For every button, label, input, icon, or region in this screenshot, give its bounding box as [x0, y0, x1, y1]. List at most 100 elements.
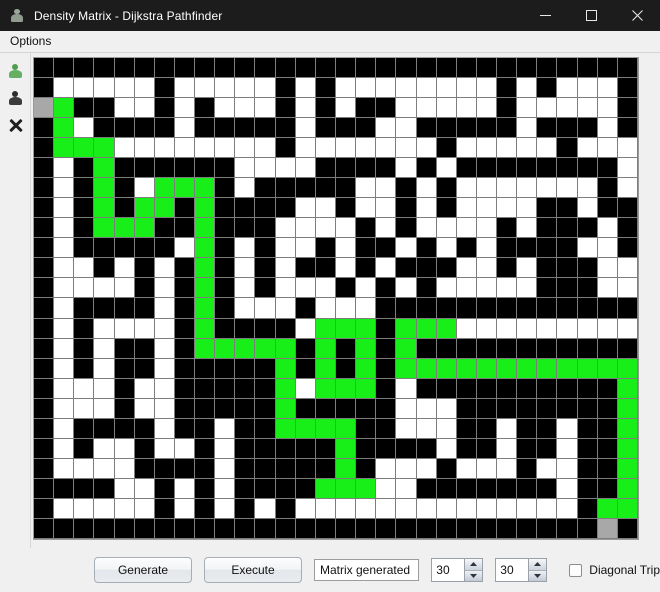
matrix-cell[interactable] — [275, 498, 296, 519]
matrix-cell[interactable] — [476, 218, 498, 239]
matrix-cell[interactable] — [356, 198, 377, 219]
matrix-cell[interactable] — [577, 458, 598, 479]
matrix-cell[interactable] — [577, 418, 598, 439]
matrix-cell[interactable] — [34, 378, 55, 399]
matrix-cell[interactable] — [335, 498, 357, 519]
matrix-cell[interactable] — [537, 318, 558, 339]
matrix-cell[interactable] — [376, 78, 397, 99]
matrix-cell[interactable] — [376, 258, 397, 279]
matrix-cell[interactable] — [335, 258, 357, 279]
matrix-cell[interactable] — [577, 378, 598, 399]
matrix-cell[interactable] — [617, 438, 638, 459]
matrix-cell[interactable] — [154, 318, 175, 339]
matrix-cell[interactable] — [396, 478, 417, 499]
matrix-cell[interactable] — [356, 458, 377, 479]
matrix-cell[interactable] — [315, 298, 336, 319]
matrix-cell[interactable] — [436, 458, 457, 479]
matrix-cell[interactable] — [174, 218, 196, 239]
matrix-cell[interactable] — [537, 98, 558, 119]
matrix-cell[interactable] — [114, 58, 135, 79]
matrix-cell[interactable] — [295, 318, 316, 339]
matrix-cell[interactable] — [517, 398, 538, 419]
matrix-cell[interactable] — [255, 498, 276, 519]
matrix-cell[interactable] — [275, 158, 296, 179]
matrix-cell[interactable] — [215, 278, 236, 299]
matrix-cell[interactable] — [537, 238, 558, 259]
matrix-cell[interactable] — [416, 398, 437, 419]
matrix-cell[interactable] — [597, 138, 618, 159]
matrix-cell[interactable] — [174, 518, 196, 539]
matrix-cell[interactable] — [174, 158, 196, 179]
matrix-cell[interactable] — [275, 478, 296, 499]
matrix-cell[interactable] — [215, 458, 236, 479]
matrix-cell[interactable] — [617, 518, 638, 539]
matrix-cell[interactable] — [537, 338, 558, 359]
matrix-cell[interactable] — [416, 298, 437, 319]
matrix-cell[interactable] — [235, 98, 256, 119]
matrix-cell[interactable] — [436, 138, 457, 159]
matrix-cell[interactable] — [54, 98, 75, 119]
matrix-cell[interactable] — [114, 398, 135, 419]
matrix-cell[interactable] — [597, 238, 618, 259]
matrix-cell[interactable] — [94, 178, 115, 199]
matrix-cell[interactable] — [517, 98, 538, 119]
matrix-cell[interactable] — [597, 518, 618, 539]
matrix-cell[interactable] — [396, 438, 417, 459]
matrix-cell[interactable] — [416, 278, 437, 299]
matrix-cell[interactable] — [335, 438, 357, 459]
matrix-cell[interactable] — [134, 498, 155, 519]
matrix-cell[interactable] — [195, 198, 216, 219]
matrix-cell[interactable] — [436, 378, 457, 399]
matrix-cell[interactable] — [315, 138, 336, 159]
matrix-cell[interactable] — [235, 58, 256, 79]
matrix-cell[interactable] — [577, 138, 598, 159]
matrix-cell[interactable] — [174, 318, 196, 339]
matrix-cell[interactable] — [195, 278, 216, 299]
matrix-cell[interactable] — [396, 98, 417, 119]
matrix-cell[interactable] — [497, 358, 518, 379]
matrix-cell[interactable] — [215, 338, 236, 359]
matrix-cell[interactable] — [215, 358, 236, 379]
matrix-cell[interactable] — [315, 358, 336, 379]
matrix-cell[interactable] — [456, 58, 477, 79]
matrix-cell[interactable] — [94, 418, 115, 439]
matrix-cell[interactable] — [275, 98, 296, 119]
matrix-cell[interactable] — [617, 318, 638, 339]
matrix-cell[interactable] — [476, 198, 498, 219]
matrix-cell[interactable] — [517, 438, 538, 459]
matrix-cell[interactable] — [74, 498, 95, 519]
matrix-cell[interactable] — [376, 418, 397, 439]
matrix-cell[interactable] — [34, 78, 55, 99]
matrix-cell[interactable] — [577, 198, 598, 219]
matrix-cell[interactable] — [537, 198, 558, 219]
matrix-cell[interactable] — [235, 458, 256, 479]
matrix-cell[interactable] — [617, 98, 638, 119]
matrix-cell[interactable] — [114, 498, 135, 519]
matrix-cell[interactable] — [94, 378, 115, 399]
matrix-cell[interactable] — [74, 198, 95, 219]
matrix-cell[interactable] — [476, 498, 498, 519]
matrix-cell[interactable] — [215, 318, 236, 339]
matrix-cell[interactable] — [356, 438, 377, 459]
matrix-cell[interactable] — [315, 518, 336, 539]
matrix-cell[interactable] — [174, 198, 196, 219]
matrix-cell[interactable] — [174, 418, 196, 439]
matrix-cell[interactable] — [376, 478, 397, 499]
matrix-cell[interactable] — [295, 198, 316, 219]
matrix-cell[interactable] — [295, 138, 316, 159]
matrix-cell[interactable] — [396, 178, 417, 199]
matrix-cell[interactable] — [134, 178, 155, 199]
matrix-cell[interactable] — [476, 458, 498, 479]
matrix-cell[interactable] — [134, 478, 155, 499]
matrix-cell[interactable] — [315, 58, 336, 79]
matrix-cell[interactable] — [517, 78, 538, 99]
matrix-cell[interactable] — [376, 178, 397, 199]
matrix-cell[interactable] — [34, 118, 55, 139]
matrix-cell[interactable] — [476, 478, 498, 499]
matrix-cell[interactable] — [174, 438, 196, 459]
matrix-cell[interactable] — [617, 498, 638, 519]
matrix-cell[interactable] — [416, 238, 437, 259]
matrix-cell[interactable] — [597, 398, 618, 419]
matrix-cell[interactable] — [34, 478, 55, 499]
matrix-cell[interactable] — [134, 298, 155, 319]
